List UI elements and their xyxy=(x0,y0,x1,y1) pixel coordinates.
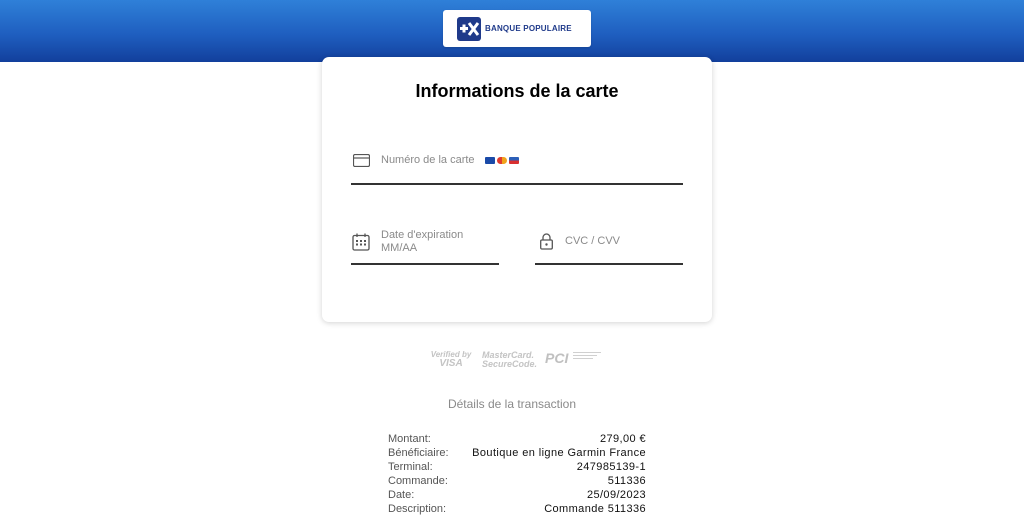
calendar-icon xyxy=(352,233,370,251)
cvc-underline xyxy=(535,263,683,265)
transaction-value: Boutique en ligne Garmin France xyxy=(472,447,646,459)
transaction-row: Commande: 511336 xyxy=(388,475,646,489)
transaction-value: 247985139-1 xyxy=(576,461,646,473)
transaction-label: Montant: xyxy=(388,433,431,445)
bank-name: BANQUE POPULAIRE xyxy=(485,24,572,33)
security-badges: Verified by VISA MasterCard. SecureCode.… xyxy=(428,348,608,374)
verified-by-visa-badge: Verified by VISA xyxy=(430,350,472,369)
credit-card-icon xyxy=(353,154,370,167)
transaction-row: Terminal: 247985139-1 xyxy=(388,461,646,475)
transaction-label: Commande: xyxy=(388,475,448,487)
transaction-label: Description: xyxy=(388,503,447,515)
card-number-underline xyxy=(351,183,683,185)
mastercard-securecode-badge: MasterCard. SecureCode. xyxy=(482,350,538,369)
transaction-row: Description: Commande 511336 xyxy=(388,503,646,517)
transaction-label: Bénéficiaire: xyxy=(388,447,449,459)
pci-badge: PCI xyxy=(545,350,601,368)
transaction-row: Bénéficiaire: Boutique en ligne Garmin F… xyxy=(388,447,646,461)
lock-icon xyxy=(540,233,553,250)
transaction-label: Terminal: xyxy=(388,461,433,473)
transaction-value: 511336 xyxy=(607,475,646,487)
card-info-panel: Informations de la carte Numéro de la ca… xyxy=(322,57,712,322)
transaction-details-title: Détails de la transaction xyxy=(447,397,577,411)
card-number-field[interactable]: Numéro de la carte xyxy=(351,145,683,185)
expiry-placeholder: MM/AA xyxy=(381,242,418,254)
transaction-row: Date: 25/09/2023 xyxy=(388,489,646,503)
card-form-title: Informations de la carte xyxy=(415,81,619,101)
bank-logo: BANQUE POPULAIRE xyxy=(443,10,591,47)
cvc-placeholder: CVC / CVV xyxy=(565,235,621,247)
mastercard-icon xyxy=(497,157,507,164)
banque-populaire-logo-icon xyxy=(457,16,481,41)
header-bar: BANQUE POPULAIRE xyxy=(0,0,1024,62)
transaction-value: Commande 511336 xyxy=(544,503,646,515)
transaction-row: Montant: 279,00 € xyxy=(388,433,646,447)
transaction-label: Date: xyxy=(388,489,415,501)
visa-icon xyxy=(485,157,495,164)
cvc-field[interactable]: CVC / CVV xyxy=(535,225,683,265)
expiry-label: Date d'expiration xyxy=(381,229,464,241)
transaction-value: 279,00 € xyxy=(599,433,646,445)
expiry-underline xyxy=(351,263,499,265)
card-network-icon xyxy=(509,157,519,164)
transaction-value: 25/09/2023 xyxy=(586,489,646,501)
pci-shield-icon xyxy=(572,352,601,359)
card-number-placeholder: Numéro de la carte xyxy=(381,154,475,166)
expiry-date-field[interactable]: Date d'expiration MM/AA xyxy=(351,225,499,265)
